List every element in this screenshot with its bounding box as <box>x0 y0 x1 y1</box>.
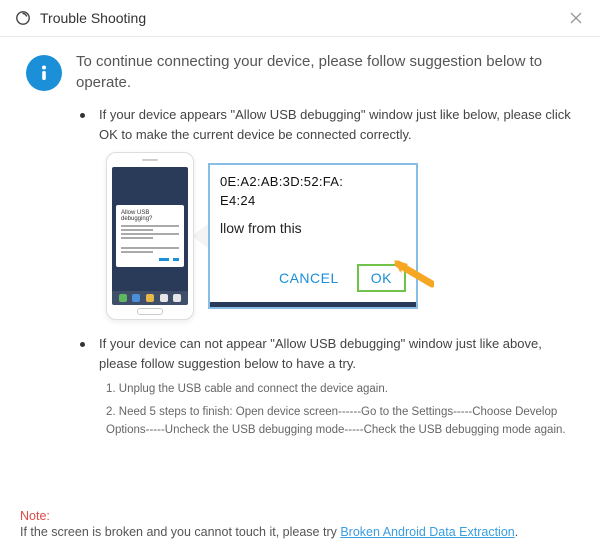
app-icon <box>14 9 32 27</box>
callout-arrow-icon <box>192 224 208 248</box>
phone-dialog-title: Allow USB debugging? <box>121 210 179 222</box>
step-1: 1. Unplug the USB cable and connect the … <box>106 381 574 398</box>
mac-line-1: 0E:A2:AB:3D:52:FA: <box>220 174 343 189</box>
phone-dialog: Allow USB debugging? <box>116 205 184 267</box>
bullet-dot-icon <box>80 342 85 347</box>
info-icon <box>26 55 62 91</box>
bullet-text: If your device appears "Allow USB debugg… <box>99 105 574 144</box>
pointer-arrow-icon <box>392 258 434 291</box>
allow-text-fragment: llow from this <box>220 220 406 236</box>
bullet-item-1: If your device appears "Allow USB debugg… <box>76 105 574 144</box>
phone-mockup: Allow USB debugging? <box>106 152 194 320</box>
steps-list: 1. Unplug the USB cable and connect the … <box>106 381 574 439</box>
main-area: To continue connecting your device, plea… <box>76 51 574 445</box>
bullet-dot-icon <box>80 113 85 118</box>
content: To continue connecting your device, plea… <box>0 37 600 445</box>
close-button[interactable] <box>566 8 586 28</box>
footer-note: Note: If the screen is broken and you ca… <box>20 509 580 539</box>
zoom-panel: 0E:A2:AB:3D:52:FA: E4:24 llow from this … <box>208 163 418 308</box>
step-2: 2. Need 5 steps to finish: Open device s… <box>106 404 574 439</box>
phone-dock <box>112 291 188 305</box>
footer-text-before: If the screen is broken and you cannot t… <box>20 525 340 539</box>
phone-screen: Allow USB debugging? <box>112 167 188 305</box>
broken-android-link[interactable]: Broken Android Data Extraction <box>340 525 514 539</box>
cancel-button: CANCEL <box>279 270 339 286</box>
footer-text-after: . <box>515 525 518 539</box>
bullet-text: If your device can not appear "Allow USB… <box>99 334 574 373</box>
illustration: Allow USB debugging? <box>106 152 574 320</box>
headline: To continue connecting your device, plea… <box>76 51 574 93</box>
note-label: Note: <box>20 509 580 523</box>
dialog-buttons: CANCEL OK <box>210 264 416 302</box>
bullet-item-2: If your device can not appear "Allow USB… <box>76 334 574 373</box>
window-title: Trouble Shooting <box>40 10 566 26</box>
mac-address: 0E:A2:AB:3D:52:FA: E4:24 <box>220 173 406 209</box>
titlebar: Trouble Shooting <box>0 0 600 37</box>
mac-line-2: E4:24 <box>220 193 255 208</box>
